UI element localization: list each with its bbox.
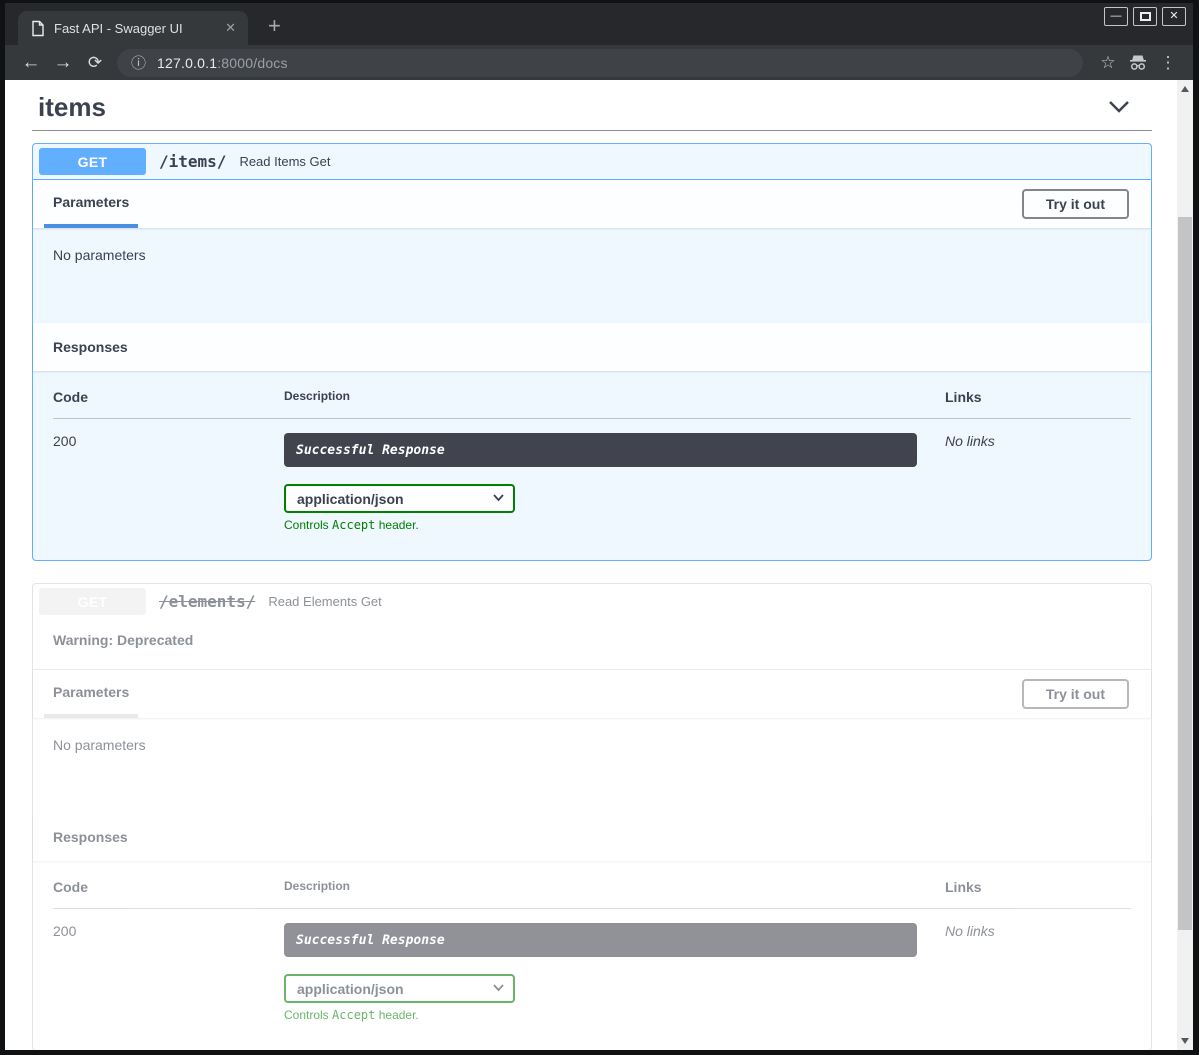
page-content: items GET /items/ Read Items Get Paramet…: [5, 80, 1193, 1050]
tab-title: Fast API - Swagger UI: [54, 21, 212, 36]
try-it-out-button[interactable]: Try it out: [1022, 189, 1129, 219]
back-icon[interactable]: ←: [15, 52, 47, 74]
response-links: No links: [945, 419, 1131, 532]
accept-note-code: Accept: [332, 518, 375, 532]
scrollbar-up-icon[interactable]: [1181, 86, 1189, 92]
response-code: 200: [53, 419, 284, 532]
deprecated-warning: Warning: Deprecated: [53, 632, 193, 648]
endpoint-summary: Read Items Get: [239, 154, 330, 169]
media-type-select-wrap: application/json: [284, 974, 515, 1003]
scrollbar-down-icon[interactable]: [1181, 1038, 1189, 1044]
url-path: :8000/docs: [217, 55, 288, 71]
page-title: items: [38, 92, 106, 122]
deprecated-content: GET /elements/ Read Elements Get Warning…: [33, 584, 1151, 1050]
accept-note-prefix: Controls: [284, 1008, 332, 1022]
accept-note-code: Accept: [332, 1008, 375, 1022]
site-info-icon[interactable]: ⓘ: [131, 52, 146, 73]
responses-header: Responses: [33, 323, 1151, 371]
new-tab-icon[interactable]: +: [268, 15, 281, 37]
opblock-summary[interactable]: GET /elements/ Read Elements Get: [33, 584, 1151, 619]
browser-menu-icon[interactable]: ⋮: [1153, 53, 1183, 73]
tab-parameters: Parameters: [44, 180, 138, 228]
page-scrollbar[interactable]: [1177, 80, 1193, 1050]
url-host: 127.0.0.1: [157, 55, 217, 71]
no-parameters-text: No parameters: [53, 737, 146, 753]
response-links: No links: [945, 909, 1131, 1022]
media-type-select[interactable]: application/json: [284, 484, 515, 513]
parameters-body: No parameters: [33, 228, 1151, 323]
endpoint-path: /items/: [159, 152, 226, 171]
incognito-icon: [1123, 54, 1153, 72]
section-divider: [32, 130, 1152, 131]
window-controls: — ✕: [1104, 7, 1186, 26]
response-description: Successful Response: [284, 923, 917, 957]
method-badge: GET: [39, 588, 146, 615]
url-text: 127.0.0.1:8000/docs: [157, 55, 288, 71]
deprecated-warning-wrap: Warning: Deprecated: [33, 619, 1151, 670]
try-it-out-button[interactable]: Try it out: [1022, 679, 1129, 709]
response-code: 200: [53, 909, 284, 1022]
document-icon: [31, 20, 45, 37]
response-description-cell: Successful Response application/json: [284, 419, 945, 532]
column-header-code: Code: [53, 389, 284, 419]
opblock-summary[interactable]: GET /items/ Read Items Get: [33, 144, 1151, 180]
parameters-body: No parameters: [33, 718, 1151, 813]
endpoint-summary: Read Elements Get: [268, 594, 381, 609]
accept-note-prefix: Controls: [284, 518, 332, 532]
responses-body: Code Description Links 200 Successful Re…: [33, 861, 1151, 1050]
tag-section-header-items[interactable]: items: [32, 92, 1152, 122]
browser-toolbar: ← → ⟳ ⓘ 127.0.0.1:8000/docs ☆ ⋮: [5, 45, 1193, 80]
tab-parameters: Parameters: [44, 670, 138, 718]
parameters-header: Parameters Try it out: [33, 180, 1151, 228]
column-header-links: Links: [945, 389, 1131, 419]
chevron-down-icon[interactable]: [1108, 100, 1130, 114]
media-type-select[interactable]: application/json: [284, 974, 515, 1003]
responses-table-head: Code Description Links: [53, 389, 1131, 419]
accept-note-suffix: header.: [375, 1008, 418, 1022]
tab-close-icon[interactable]: ✕: [221, 20, 240, 36]
response-description-cell: Successful Response application/json: [284, 909, 945, 1022]
media-type-row: application/json Controls Accept header.: [284, 974, 945, 1022]
responses-title: Responses: [44, 339, 128, 355]
tab-strip: Fast API - Swagger UI ✕ + — ✕: [5, 3, 1193, 45]
response-row-200: 200 Successful Response application/json: [53, 419, 1131, 532]
maximize-icon: [1140, 12, 1151, 21]
responses-table-head: Code Description Links: [53, 879, 1131, 909]
browser-tab[interactable]: Fast API - Swagger UI ✕: [18, 11, 248, 45]
opblock-get-elements-deprecated: GET /elements/ Read Elements Get Warning…: [32, 583, 1152, 1050]
responses-title: Responses: [44, 829, 128, 845]
window-close-button[interactable]: ✕: [1162, 7, 1186, 26]
no-parameters-text: No parameters: [53, 247, 146, 263]
column-header-links: Links: [945, 879, 1131, 909]
column-header-code: Code: [53, 879, 284, 909]
endpoint-path: /elements/: [159, 592, 255, 611]
swagger-ui: items GET /items/ Read Items Get Paramet…: [32, 80, 1152, 1050]
browser-window: Fast API - Swagger UI ✕ + — ✕ ← → ⟳ ⓘ 12…: [0, 0, 1199, 1055]
forward-icon[interactable]: →: [47, 52, 79, 74]
opblock-get-items: GET /items/ Read Items Get Parameters Tr…: [32, 143, 1152, 561]
reload-icon[interactable]: ⟳: [79, 53, 111, 73]
method-badge: GET: [39, 148, 146, 175]
scrollbar-thumb[interactable]: [1178, 217, 1192, 930]
responses-header: Responses: [33, 813, 1151, 861]
accept-header-note: Controls Accept header.: [284, 518, 945, 532]
maximize-button[interactable]: [1133, 7, 1157, 26]
responses-body: Code Description Links 200 Successful Re…: [33, 371, 1151, 560]
parameters-header: Parameters Try it out: [33, 670, 1151, 718]
minimize-button[interactable]: —: [1104, 7, 1128, 26]
bookmark-star-icon[interactable]: ☆: [1093, 53, 1123, 73]
response-row-200: 200 Successful Response application/json: [53, 909, 1131, 1022]
media-type-select-wrap: application/json: [284, 484, 515, 513]
accept-note-suffix: header.: [375, 518, 418, 532]
column-header-description: Description: [284, 879, 945, 909]
address-bar[interactable]: ⓘ 127.0.0.1:8000/docs: [117, 49, 1083, 77]
response-description: Successful Response: [284, 433, 917, 467]
media-type-row: application/json Controls Accept header.: [284, 484, 945, 532]
accept-header-note: Controls Accept header.: [284, 1008, 945, 1022]
column-header-description: Description: [284, 389, 945, 419]
